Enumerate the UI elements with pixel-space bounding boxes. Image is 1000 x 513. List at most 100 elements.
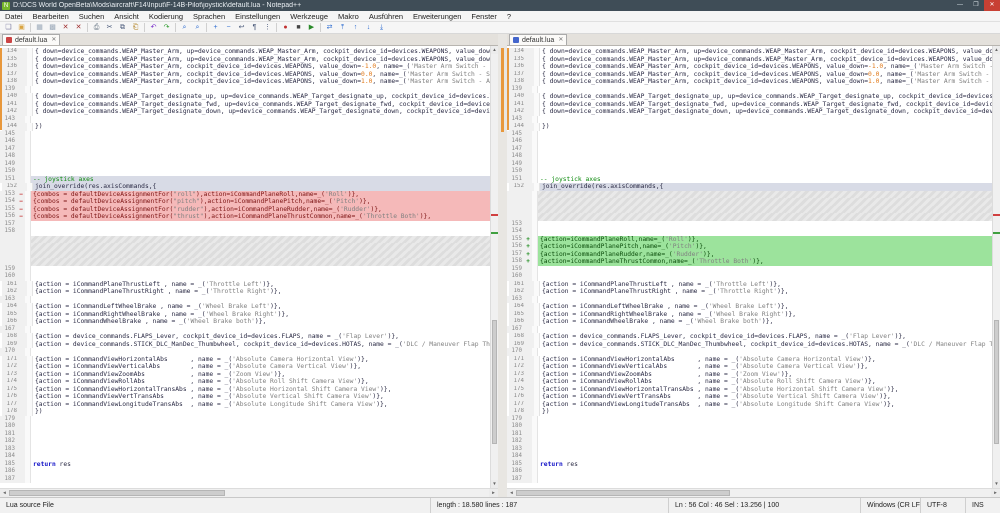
code-line[interactable]: 165 {action = iCommandRightWheelBrake , n…: [0, 310, 490, 318]
menu-item-kodierung[interactable]: Kodierung: [144, 11, 188, 22]
code-line[interactable]: 152 join_override(res.axisCommands,{: [0, 183, 490, 191]
code-line[interactable]: 177 {action = iCommandViewLongitudeTransA…: [0, 400, 490, 408]
code-line[interactable]: 143: [0, 115, 490, 123]
code-line[interactable]: 183: [507, 445, 992, 453]
code-line[interactable]: [507, 205, 992, 213]
code-line[interactable]: [0, 258, 490, 266]
code-line[interactable]: 175 {action = iCommandViewHorizontalTrans…: [0, 385, 490, 393]
minimize-button[interactable]: —: [952, 0, 968, 11]
code-line[interactable]: 166 {action = iCommandWheelBrake , name =…: [507, 318, 992, 326]
code-line[interactable]: 174 {action = iCommandViewRollAbs , name …: [507, 378, 992, 386]
code-line[interactable]: 155− {combos = defaultDeviceAssignmentFor…: [0, 205, 490, 213]
menu-item-suchen[interactable]: Suchen: [74, 11, 109, 22]
scroll-down-icon[interactable]: ▼: [491, 480, 498, 488]
menu-item-erweiterungen[interactable]: Erweiterungen: [408, 11, 466, 22]
close-button[interactable]: ✕: [984, 0, 1000, 11]
code-line[interactable]: 161 {action = iCommandPlaneThrustLeft , n…: [0, 280, 490, 288]
menu-item-werkzeuge[interactable]: Werkzeuge: [285, 11, 333, 22]
code-line[interactable]: 136 { down=device_commands.WEAP_Master_Ar…: [507, 63, 992, 71]
code-line[interactable]: 171 {action = iCommandViewHorizontalAbs ,…: [0, 355, 490, 363]
scroll-down-icon[interactable]: ▼: [993, 480, 1000, 488]
menu-item-sprachen[interactable]: Sprachen: [188, 11, 230, 22]
code-line[interactable]: 148: [507, 153, 992, 161]
save-all-icon[interactable]: ▩: [47, 23, 58, 33]
cut-icon[interactable]: ✂: [104, 23, 115, 33]
pane-splitter[interactable]: [498, 34, 507, 497]
code-line[interactable]: 144}): [0, 123, 490, 131]
code-line[interactable]: [507, 213, 992, 221]
code-line[interactable]: 163: [507, 295, 992, 303]
code-line[interactable]: 170: [0, 348, 490, 356]
code-line[interactable]: 160: [0, 273, 490, 281]
code-line[interactable]: 186: [507, 468, 992, 476]
record-macro-icon[interactable]: ●: [280, 23, 291, 33]
paste-icon[interactable]: ⎗: [130, 23, 141, 33]
code-line[interactable]: 182: [0, 438, 490, 446]
show-all-chars-icon[interactable]: ¶: [249, 23, 260, 33]
code-line[interactable]: 148: [0, 153, 490, 161]
new-file-icon[interactable]: ❑: [3, 23, 14, 33]
code-line[interactable]: 176 {action = iCommandViewVertTransAbs , …: [507, 393, 992, 401]
code-line[interactable]: 146: [0, 138, 490, 146]
scrollbar-thumb[interactable]: [994, 320, 999, 444]
scroll-up-icon[interactable]: ▲: [993, 46, 1000, 54]
code-line[interactable]: 144}): [507, 123, 992, 131]
close-all-docs-icon[interactable]: ✕: [73, 23, 84, 33]
code-line[interactable]: 139: [0, 85, 490, 93]
code-area-right[interactable]: 134 { down=device_commands.WEAP_Master_Ar…: [507, 46, 992, 488]
tab-close-icon[interactable]: ✕: [558, 37, 563, 43]
code-line[interactable]: 151 -- joystick axes: [0, 175, 490, 183]
code-line[interactable]: [0, 250, 490, 258]
scroll-up-icon[interactable]: ▲: [491, 46, 498, 54]
code-line[interactable]: 157 + {action=iCommandPlaneRudder,name=_('…: [507, 250, 992, 258]
zoom-out-icon[interactable]: −: [223, 23, 234, 33]
status-eol-format[interactable]: Windows (CR LF): [860, 498, 920, 513]
menu-item-bearbeiten[interactable]: Bearbeiten: [28, 11, 74, 22]
vertical-scrollbar-right[interactable]: ▲ ▼: [992, 46, 1000, 488]
scroll-right-icon[interactable]: ►: [489, 489, 498, 497]
code-line[interactable]: 181: [0, 430, 490, 438]
code-line[interactable]: 164 {action = iCommandLeftWheelBrake , na…: [507, 303, 992, 311]
code-line[interactable]: 147: [0, 145, 490, 153]
code-line[interactable]: 150: [507, 168, 992, 176]
scroll-left-icon[interactable]: ◄: [0, 489, 9, 497]
menu-item-einstellungen[interactable]: Einstellungen: [230, 11, 285, 22]
code-line[interactable]: 149: [507, 160, 992, 168]
maximize-button[interactable]: ❐: [968, 0, 984, 11]
code-line[interactable]: 138 { down=device_commands.WEAP_Master_Ar…: [507, 78, 992, 86]
code-line[interactable]: [507, 190, 992, 198]
code-line[interactable]: 174 {action = iCommandViewRollAbs , name …: [0, 378, 490, 386]
code-line[interactable]: 137 { down=device_commands.WEAP_Master_Ar…: [507, 70, 992, 78]
code-line[interactable]: 135 { down=device_commands.WEAP_Master_Ar…: [507, 55, 992, 63]
code-line[interactable]: 154: [507, 228, 992, 236]
code-line[interactable]: 178}): [0, 408, 490, 416]
code-line[interactable]: 143: [507, 115, 992, 123]
code-line[interactable]: 187: [507, 475, 992, 483]
code-line[interactable]: 187: [0, 475, 490, 483]
hscroll-thumb[interactable]: [9, 490, 225, 496]
code-line[interactable]: 140 { down=device_commands.WEAP_Target_de…: [507, 93, 992, 101]
code-line[interactable]: 186: [0, 468, 490, 476]
code-line[interactable]: 185 return res: [507, 460, 992, 468]
close-doc-icon[interactable]: ✕: [60, 23, 71, 33]
code-line[interactable]: 149: [0, 160, 490, 168]
code-line[interactable]: 162 {action = iCommandPlaneThrustRight , …: [507, 288, 992, 296]
status-encoding[interactable]: UTF-8: [920, 498, 965, 513]
code-line[interactable]: 177 {action = iCommandViewLongitudeTransA…: [507, 400, 992, 408]
vertical-scrollbar-left[interactable]: ▲ ▼: [490, 46, 498, 488]
code-line[interactable]: 145: [507, 130, 992, 138]
redo-icon[interactable]: ↷: [161, 23, 172, 33]
hscroll-thumb[interactable]: [516, 490, 730, 496]
code-line[interactable]: 157: [0, 220, 490, 228]
menu-item-?[interactable]: ?: [502, 11, 516, 22]
code-line[interactable]: [0, 235, 490, 243]
code-line[interactable]: 184: [0, 453, 490, 461]
code-line[interactable]: 180: [0, 423, 490, 431]
undo-icon[interactable]: ↶: [148, 23, 159, 33]
code-line[interactable]: 142 { down=device_commands.WEAP_Target_de…: [0, 108, 490, 116]
code-line[interactable]: 161 {action = iCommandPlaneThrustLeft , n…: [507, 280, 992, 288]
code-line[interactable]: 179: [0, 415, 490, 423]
code-line[interactable]: 167: [0, 325, 490, 333]
code-line[interactable]: 141 { down=device_commands.WEAP_Target_de…: [0, 100, 490, 108]
menu-item-makro[interactable]: Makro: [333, 11, 364, 22]
